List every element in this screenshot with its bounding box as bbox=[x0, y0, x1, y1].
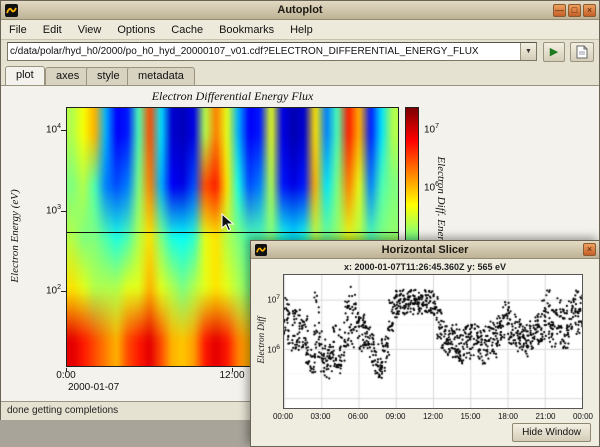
menu-cache[interactable]: Cache bbox=[163, 21, 211, 39]
menu-file[interactable]: File bbox=[1, 21, 35, 39]
tab-bar: plot axes style metadata bbox=[1, 64, 599, 85]
menu-bookmarks[interactable]: Bookmarks bbox=[211, 21, 282, 39]
slicer-titlebar[interactable]: Horizontal Slicer × bbox=[251, 241, 599, 259]
address-row: ▼ ▶ bbox=[1, 40, 599, 64]
close-button[interactable]: × bbox=[583, 4, 596, 17]
slicer-x-tick: 18:00 bbox=[498, 412, 518, 421]
slicer-x-tick: 06:00 bbox=[348, 412, 368, 421]
menu-help[interactable]: Help bbox=[282, 21, 321, 39]
address-dropdown-icon[interactable]: ▼ bbox=[520, 43, 536, 60]
slicer-x-tick: 09:00 bbox=[385, 412, 405, 421]
slicer-window: Horizontal Slicer × x: 2000-01-07T11:26:… bbox=[250, 240, 600, 447]
plot-title: Electron Differential Energy Flux bbox=[66, 89, 399, 104]
file-page-icon bbox=[576, 45, 589, 59]
menu-view[interactable]: View bbox=[70, 21, 110, 39]
slicer-x-tick: 12:00 bbox=[423, 412, 443, 421]
go-button[interactable]: ▶ bbox=[543, 42, 565, 62]
status-text: done getting completions bbox=[7, 405, 118, 416]
slicer-window-title: Horizontal Slicer bbox=[251, 244, 599, 256]
y-axis-label: Electron Energy (eV) bbox=[9, 136, 21, 336]
tab-plot[interactable]: plot bbox=[5, 66, 45, 85]
autoplot-icon bbox=[255, 244, 267, 256]
slicer-x-tick: 21:00 bbox=[535, 412, 555, 421]
tab-axes[interactable]: axes bbox=[45, 67, 90, 85]
y-tick-1e4: 104 bbox=[25, 123, 61, 135]
address-combobox: ▼ bbox=[7, 42, 537, 61]
slicer-plot[interactable] bbox=[283, 274, 583, 409]
autoplot-icon bbox=[5, 4, 18, 17]
slicer-x-tick: 15:00 bbox=[460, 412, 480, 421]
hide-window-button[interactable]: Hide Window bbox=[512, 423, 591, 442]
slicer-readout: x: 2000-01-07T11:26:45.360Z y: 565 eV bbox=[251, 262, 599, 272]
play-icon: ▶ bbox=[550, 46, 558, 58]
main-titlebar[interactable]: Autoplot — □ × bbox=[1, 1, 599, 20]
slicer-y-tick-1e6: 106 bbox=[251, 344, 280, 355]
desktop: { "desktop": { "background": "#a8a49a" }… bbox=[0, 0, 600, 447]
inspect-button[interactable] bbox=[570, 42, 594, 62]
maximize-button[interactable]: □ bbox=[568, 4, 581, 17]
slicer-x-ticks: 00:0003:0006:0009:0012:0015:0018:0021:00… bbox=[283, 412, 583, 422]
tab-style[interactable]: style bbox=[86, 67, 131, 85]
slicer-canvas[interactable] bbox=[284, 275, 582, 408]
mouse-cursor bbox=[221, 213, 235, 233]
menubar: File Edit View Options Cache Bookmarks H… bbox=[1, 20, 599, 40]
y-tick-1e3: 103 bbox=[25, 204, 61, 216]
tab-metadata[interactable]: metadata bbox=[127, 67, 195, 85]
menu-edit[interactable]: Edit bbox=[35, 21, 70, 39]
slicer-x-tick: 00:00 bbox=[273, 412, 293, 421]
address-input[interactable] bbox=[8, 44, 520, 59]
menu-options[interactable]: Options bbox=[109, 21, 163, 39]
slicer-y-tick-1e7: 107 bbox=[251, 294, 280, 305]
slicer-x-tick: 00:00 bbox=[573, 412, 593, 421]
window-title: Autoplot bbox=[1, 4, 599, 16]
slicer-close-button[interactable]: × bbox=[583, 243, 596, 256]
x-axis-date: 2000-01-07 bbox=[68, 382, 119, 393]
minimize-button[interactable]: — bbox=[553, 4, 566, 17]
slicer-x-tick: 03:00 bbox=[310, 412, 330, 421]
y-tick-1e2: 102 bbox=[25, 284, 61, 296]
